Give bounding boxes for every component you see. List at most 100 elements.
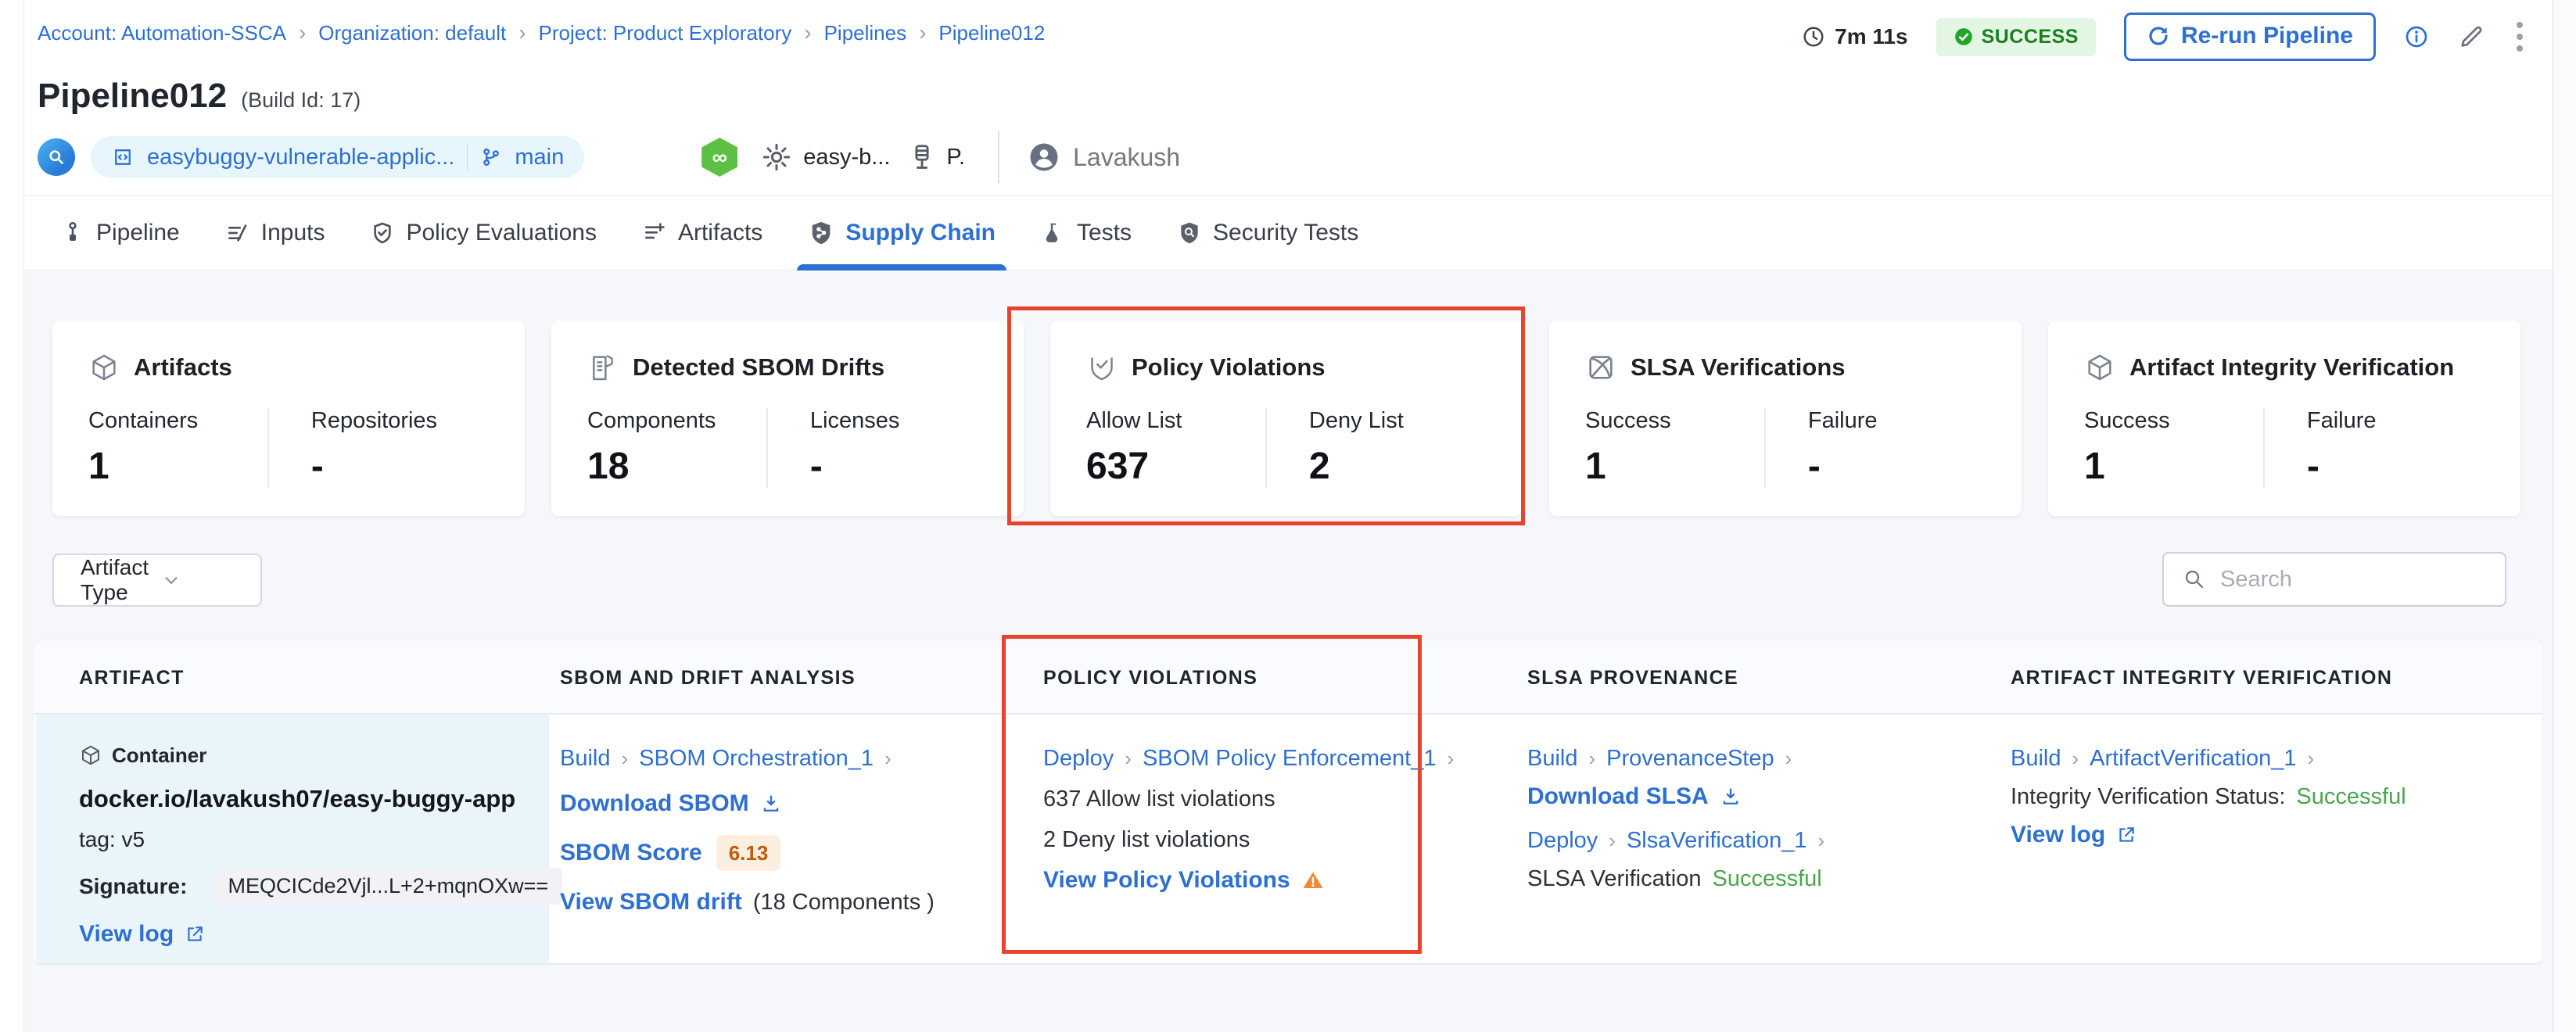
stat-value: 637: [1086, 445, 1265, 488]
stage-link[interactable]: Deploy: [1043, 744, 1114, 772]
view-policy-violations-link[interactable]: View Policy Violations: [1043, 866, 1290, 894]
card-sbom-drifts: Detected SBOM Drifts Components 18 Licen…: [551, 321, 1024, 516]
artifact-type-label: Container: [112, 741, 206, 769]
execution-tabbar: Pipeline Inputs Policy Evaluations Artif…: [24, 195, 2553, 271]
stat-divider: [1265, 408, 1267, 488]
rerun-pipeline-button[interactable]: Re-run Pipeline: [2124, 13, 2376, 61]
card-title: Detected SBOM Drifts: [633, 353, 884, 382]
download-slsa-link[interactable]: Download SLSA: [1527, 783, 1709, 811]
stat-slsa-success: Success 1: [1585, 408, 1764, 488]
col-policy-violations: POLICY VIOLATIONS: [1043, 667, 1258, 690]
container-cube-icon: [79, 744, 102, 767]
edit-pencil-icon[interactable]: [2457, 23, 2485, 51]
breadcrumb-account[interactable]: Account: Automation-SSCA: [38, 21, 286, 45]
duration-value: 7m 11s: [1835, 24, 1907, 49]
view-log-link[interactable]: View log: [2011, 821, 2105, 849]
stat-divider: [267, 408, 269, 488]
check-circle-icon: [1954, 27, 1974, 47]
view-log-link[interactable]: View log: [79, 920, 174, 948]
signature-value[interactable]: MEQCICde2Vjl...L+2+mqnOXw==: [213, 868, 562, 905]
stat-deny-list: Deny List 2: [1309, 408, 1488, 488]
stat-label: Failure: [1808, 408, 1987, 434]
tab-tests[interactable]: Tests: [1041, 196, 1132, 270]
tab-label: Security Tests: [1213, 220, 1358, 246]
step-link[interactable]: SBOM Policy Enforcement_1: [1143, 744, 1437, 772]
artifact-image-name: docker.io/lavakush07/easy-buggy-app: [79, 785, 549, 813]
chevron-separator-icon: ›: [1448, 744, 1455, 772]
more-options-icon[interactable]: [2513, 19, 2526, 55]
rerun-label: Re-run Pipeline: [2181, 23, 2353, 49]
step-link[interactable]: SBOM Orchestration_1: [639, 744, 874, 772]
step-link[interactable]: ArtifactVerification_1: [2090, 744, 2296, 772]
chevron-separator-icon: ›: [2072, 744, 2079, 772]
download-icon: [760, 793, 782, 815]
breadcrumb-project[interactable]: Project: Product Exploratory: [539, 21, 792, 45]
tab-label: Inputs: [261, 220, 325, 246]
artifact-type-dropdown[interactable]: Artifact Type: [52, 554, 262, 607]
tab-label: Tests: [1077, 220, 1132, 246]
tab-label: Policy Evaluations: [406, 220, 596, 246]
supply-chain-shield-icon: [808, 220, 834, 246]
slsa-icon: [1585, 352, 1616, 383]
stat-value: -: [810, 445, 989, 488]
clock-icon: [1802, 25, 1825, 48]
repo-branch-pill[interactable]: easybuggy-vulnerable-applic... main: [91, 136, 584, 178]
external-link-icon: [2116, 825, 2137, 845]
branch-name[interactable]: main: [515, 145, 564, 170]
search-input[interactable]: [2220, 567, 2515, 593]
trigger-short-label: P.: [946, 145, 965, 170]
stat-label: Containers: [88, 408, 267, 434]
stat-label: Failure: [2307, 408, 2486, 434]
vertical-scrollbar[interactable]: [2553, 0, 2576, 1032]
stage-link[interactable]: Build: [2011, 744, 2061, 772]
webhook-trigger-icon: ∞: [701, 138, 737, 177]
step-link[interactable]: SlsaVerification_1: [1627, 826, 1807, 855]
stat-label: Allow List: [1086, 408, 1265, 434]
card-title: Artifacts: [134, 353, 232, 382]
stage-link[interactable]: Build: [560, 744, 611, 772]
stage-link[interactable]: Build: [1527, 744, 1578, 772]
pipeline-icon: [60, 220, 85, 245]
chevron-separator-icon: ›: [518, 20, 526, 45]
stat-label: Licenses: [810, 408, 989, 434]
avatar-icon: [1028, 141, 1060, 174]
tab-pipeline[interactable]: Pipeline: [60, 196, 180, 270]
signature-label: Signature:: [79, 874, 187, 899]
server-icon: [907, 142, 937, 172]
tab-supply-chain[interactable]: Supply Chain: [808, 196, 996, 270]
deny-list-violations: 2 Deny list violations: [1043, 826, 1250, 854]
download-sbom-link[interactable]: Download SBOM: [560, 790, 749, 818]
stat-value: 1: [88, 445, 267, 488]
card-title: Artifact Integrity Verification: [2129, 353, 2454, 382]
stat-licenses: Licenses -: [810, 408, 989, 488]
breadcrumb-organization[interactable]: Organization: default: [318, 21, 506, 45]
warning-triangle-icon: [1301, 869, 1325, 892]
breadcrumb-pipelines[interactable]: Pipelines: [824, 21, 907, 45]
stat-divider: [2263, 408, 2265, 488]
sbom-score-link[interactable]: SBOM Score: [560, 839, 702, 867]
tab-policy-evaluations[interactable]: Policy Evaluations: [370, 196, 596, 270]
tab-label: Artifacts: [678, 220, 762, 246]
info-icon[interactable]: [2404, 24, 2429, 49]
sbom-document-icon: [587, 352, 619, 383]
chevron-separator-icon: ›: [1817, 826, 1824, 855]
stat-slsa-failure: Failure -: [1808, 408, 1987, 488]
tab-inputs[interactable]: Inputs: [225, 196, 325, 270]
slsa-verification-status: Successful: [1712, 865, 1821, 893]
breadcrumb-pipeline012[interactable]: Pipeline012: [938, 21, 1045, 45]
tab-artifacts[interactable]: Artifacts: [642, 196, 762, 270]
card-artifacts: Artifacts Containers 1 Repositories -: [52, 321, 525, 516]
allow-list-violations: 637 Allow list violations: [1043, 785, 1275, 813]
stat-allow-list: Allow List 637: [1086, 408, 1265, 488]
view-sbom-drift-link[interactable]: View SBOM drift: [560, 888, 742, 916]
stage-link[interactable]: Deploy: [1527, 826, 1598, 855]
stat-value: -: [311, 445, 490, 488]
step-link[interactable]: ProvenanceStep: [1606, 744, 1774, 772]
search-icon: [2183, 568, 2206, 591]
repo-name[interactable]: easybuggy-vulnerable-applic...: [147, 145, 454, 170]
table-header: ARTIFACT SBOM AND DRIFT ANALYSIS POLICY …: [34, 640, 2542, 715]
card-policy-violations: Policy Violations Allow List 637 Deny Li…: [1050, 321, 1523, 516]
stat-components: Components 18: [587, 408, 766, 488]
tab-security-tests[interactable]: Security Tests: [1177, 196, 1358, 270]
title-row: Pipeline012 (Build Id: 17): [38, 77, 361, 116]
